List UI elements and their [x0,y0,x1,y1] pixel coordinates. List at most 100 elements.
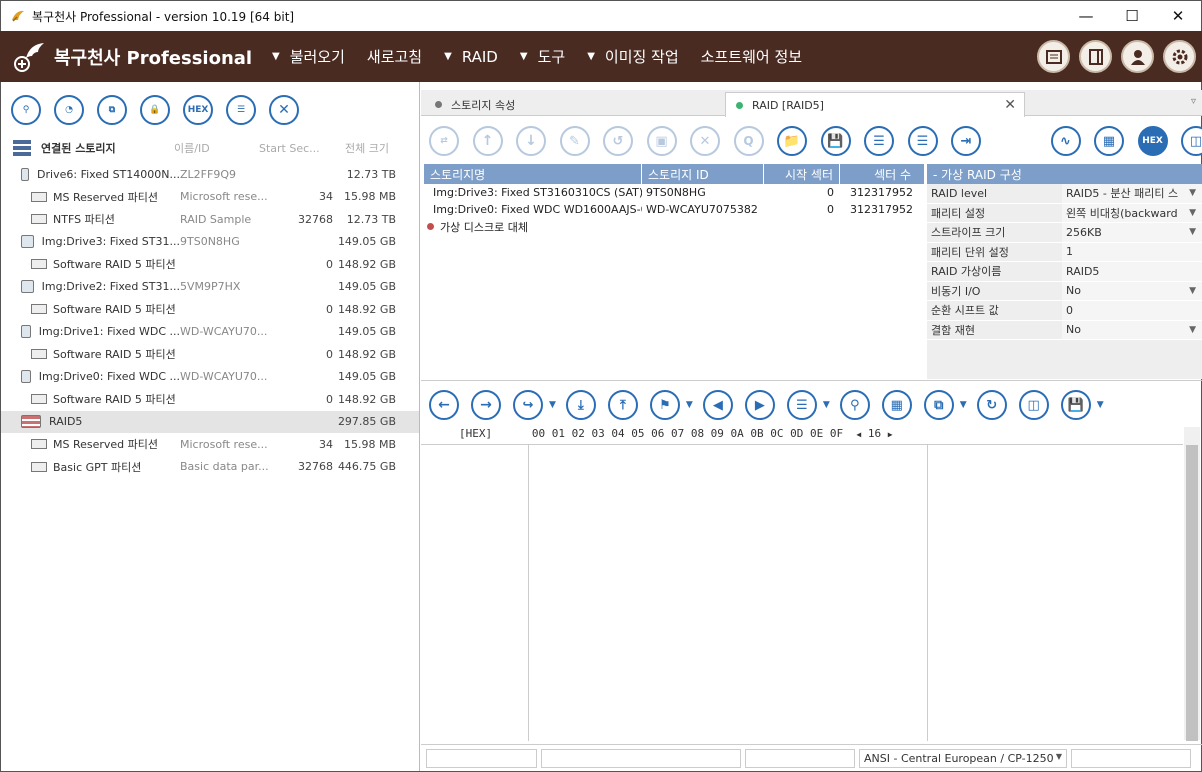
dropdown-arrow-icon[interactable]: ▼ [686,400,693,410]
notes-icon[interactable] [1037,40,1070,73]
lock-button[interactable]: 🔒 [140,95,170,125]
tree-row[interactable]: Software RAID 5 파티션 0 148.92 GB [1,388,419,411]
grid-button[interactable]: ▦ [1094,126,1124,156]
chip-button[interactable]: ▣ [646,126,677,156]
menu-refresh[interactable]: 새로고침 [367,46,422,67]
menu-about[interactable]: 소프트웨어 정보 [701,46,802,67]
dropdown-arrow-icon[interactable]: ▼ [549,400,556,410]
tree-row[interactable]: MS Reserved 파티션 Microsoft rese... 34 15.98 … [1,186,419,209]
width-decrease[interactable]: ◀ [856,430,861,439]
panel-layout-icon[interactable] [1079,40,1112,73]
chevron-down-icon[interactable]: ▼ [1189,227,1202,237]
goto-button[interactable]: ↪ [513,390,543,420]
grid-col-count[interactable]: 섹터 수 [840,164,917,184]
hex-scrollbar[interactable] [1184,427,1200,741]
column-id[interactable]: 이름/ID [174,140,259,156]
tree-row[interactable]: Drive6: Fixed ST14000N... ZL2FF9Q9 12.73 T… [1,163,419,186]
tab-overflow-icon[interactable]: ▿ [1191,96,1196,107]
tree-row[interactable]: RAID5 297.85 GB [1,410,419,433]
config-value[interactable]: 0 [1062,301,1202,320]
grid-col-start[interactable]: 시작 섹터 [764,164,840,184]
list-button[interactable]: ☰ [226,95,256,125]
column-start[interactable]: Start Sec... [259,142,329,155]
swap-button[interactable]: ⇄ [429,126,459,156]
layers-button[interactable]: ☰ [907,126,938,156]
config-value[interactable]: No ▼ [1062,281,1202,300]
tree-row[interactable]: Img:Drive3: Fixed ST31... 9TS0N8HG 149.05 … [1,231,419,254]
config-title[interactable]: - 가상 RAID 구성 [927,164,1202,184]
hex-button[interactable]: HEX [183,95,213,125]
config-value[interactable]: No ▼ [1062,320,1202,339]
close-tab-icon[interactable]: ✕ [1004,97,1016,113]
config-value[interactable]: RAID5 [1062,262,1202,281]
minimize-button[interactable]: — [1063,1,1109,31]
tree-row[interactable]: Software RAID 5 파티션 0 148.92 GB [1,253,419,276]
grid-row[interactable]: Img:Drive3: Fixed ST3160310CS (SAT) 9TS0N… [424,184,924,201]
tree-row[interactable]: Img:Drive2: Fixed ST31... 5VM9P7HX 149.05 … [1,276,419,299]
maximize-button[interactable]: ☐ [1109,1,1155,31]
list-view-button[interactable]: ☰ [786,390,817,420]
layout-button[interactable]: ◫ [1181,126,1202,156]
split-view-button[interactable]: ◫ [1018,390,1049,420]
open-folder-button[interactable]: 📁 [777,126,807,156]
save-button[interactable]: 💾 [820,126,851,156]
chevron-down-icon[interactable]: ▼ [1189,188,1202,198]
signal-button[interactable]: ∿ [1050,126,1081,156]
bookmark-button[interactable]: ⚑ [649,390,680,420]
user-icon[interactable] [1121,40,1154,73]
config-value[interactable]: 왼쪽 비대칭(backward ▼ [1062,203,1202,222]
tree-row[interactable]: Software RAID 5 파티션 0 148.92 GB [1,298,419,321]
dropdown-arrow-icon[interactable]: ▼ [1097,400,1104,410]
bytes-per-row[interactable]: 16 [868,427,881,440]
tree-row[interactable]: Img:Drive0: Fixed WDC ... WD-WCAYU70... 14… [1,366,419,389]
tab-storage-properties[interactable]: 스토리지 속성 [421,92,725,117]
menu-raid[interactable]: ▼ RAID [444,48,498,66]
close-button[interactable]: ✕ [269,95,299,125]
config-value[interactable]: 1 [1062,242,1202,261]
scrollbar-thumb[interactable] [1186,445,1198,741]
undo-button[interactable]: ↺ [603,126,633,156]
refresh-button[interactable]: ↻ [976,390,1007,420]
move-down-button[interactable]: ↓ [516,126,546,156]
encoding-select[interactable]: ANSI - Central European / CP-1250 ▼ [859,749,1067,768]
menu-load[interactable]: ▼ 불러오기 [272,46,345,67]
save-hex-button[interactable]: 💾 [1060,390,1091,420]
query-button[interactable]: Q [733,126,764,156]
upload-button[interactable]: ⤒ [607,390,638,420]
dropdown-arrow-icon[interactable]: ▼ [823,400,830,410]
width-increase[interactable]: ▶ [888,430,893,439]
gear-icon[interactable] [1163,40,1196,73]
remove-button[interactable]: ✕ [690,126,720,156]
scan-button[interactable]: ◔ [54,95,84,125]
search-button[interactable]: ⚲ [11,95,41,125]
grid-row[interactable]: Img:Drive0: Fixed WDC WD1600AAJS-0... WD-… [424,201,924,218]
close-window-button[interactable]: ✕ [1155,1,1201,31]
chevron-down-icon[interactable]: ▼ [1189,286,1202,296]
move-up-button[interactable]: ↑ [472,126,503,156]
chevron-down-icon[interactable]: ▼ [1189,325,1202,335]
chevron-down-icon[interactable]: ▼ [1189,208,1202,218]
edit-button[interactable]: ✎ [559,126,590,156]
grid-col-id[interactable]: 스토리지 ID [642,164,764,184]
tree-row[interactable]: Software RAID 5 파티션 0 148.92 GB [1,343,419,366]
prev-bookmark-button[interactable]: ◀ [702,390,733,420]
tree-row[interactable]: Basic GPT 파티션 Basic data par... 32768 446.7… [1,456,419,479]
grid-row[interactable]: 가상 디스크로 대체 [424,218,924,235]
menu-tools[interactable]: ▼ 도구 [520,46,565,67]
find-button[interactable]: ⚲ [839,390,870,420]
column-size[interactable]: 전체 크기 [329,140,389,156]
hex-view-button[interactable]: HEX [1137,126,1168,156]
hex-view[interactable] [421,444,1183,741]
column-name[interactable]: 연결된 스토리지 [1,140,174,156]
back-button[interactable]: ← [429,390,459,420]
forward-button[interactable]: → [471,390,501,420]
select-block-button[interactable]: ▦ [881,390,912,420]
menu-imaging[interactable]: ▼ 이미징 작업 [587,46,678,67]
export-button[interactable]: ⇥ [951,126,981,156]
config-value[interactable]: RAID5 - 분산 패리티 스 ▼ [1062,184,1202,203]
dropdown-arrow-icon[interactable]: ▼ [960,400,967,410]
config-value[interactable]: 256KB ▼ [1062,223,1202,242]
tab-raid[interactable]: RAID [RAID5] ✕ [725,92,1025,117]
grid-col-name[interactable]: 스토리지명 [424,164,642,184]
next-bookmark-button[interactable]: ▶ [744,390,775,420]
